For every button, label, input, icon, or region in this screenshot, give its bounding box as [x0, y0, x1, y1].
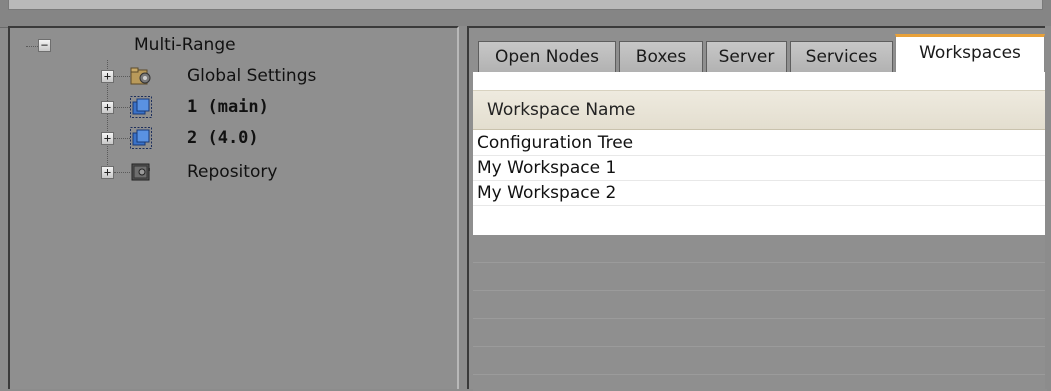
window-stack-icon: [130, 127, 152, 149]
tree-item-range-main[interactable]: + 1 (main): [10, 95, 450, 121]
collapse-toggle[interactable]: −: [38, 39, 51, 52]
tree-connector: [114, 172, 130, 173]
tab-boxes[interactable]: Boxes: [619, 41, 703, 72]
tree-item-label: Multi-Range: [134, 35, 236, 55]
tree-item-label: 1 (main): [187, 97, 269, 117]
pane-splitter[interactable]: [459, 26, 467, 389]
workspaces-table: Workspace Name Configuration Tree My Wor…: [473, 72, 1047, 235]
column-header-workspace-name[interactable]: Workspace Name: [473, 90, 1047, 130]
expand-toggle[interactable]: +: [101, 70, 114, 83]
tree-item-label: 2 (4.0): [187, 128, 259, 148]
tab-services[interactable]: Services: [790, 41, 893, 72]
table-row[interactable]: My Workspace 1: [473, 156, 1047, 181]
tree-item-repository[interactable]: + Repository: [10, 160, 450, 186]
top-toolbar-inner: [8, 0, 1043, 10]
tree-item-multi-range[interactable]: − Multi-Range: [10, 33, 450, 59]
expand-toggle[interactable]: +: [101, 101, 114, 114]
tree-connector: [114, 107, 130, 108]
safe-icon: [131, 163, 150, 181]
expand-toggle[interactable]: +: [101, 166, 114, 179]
window-stack-icon: [130, 96, 152, 118]
tree-pane[interactable]: − Multi-Range + Global Settings + 1 (mai…: [8, 26, 459, 389]
tree-item-label: Repository: [187, 162, 278, 182]
tree-connector: [114, 76, 130, 77]
details-pane: Open Nodes Boxes Server Services Workspa…: [467, 26, 1047, 391]
expand-toggle[interactable]: +: [101, 132, 114, 145]
tab-workspaces[interactable]: Workspaces: [895, 34, 1045, 74]
tab-server[interactable]: Server: [706, 41, 787, 72]
table-row[interactable]: My Workspace 2: [473, 181, 1047, 206]
top-toolbar-strip: [0, 0, 1051, 28]
tab-open-nodes[interactable]: Open Nodes: [478, 41, 616, 72]
gear-folder-icon: [130, 67, 151, 85]
tab-bar: Open Nodes Boxes Server Services Workspa…: [473, 34, 1047, 74]
tree-item-range-4-0[interactable]: + 2 (4.0): [10, 126, 450, 152]
tree-item-label: Global Settings: [187, 66, 317, 86]
tree-connector: [114, 138, 130, 139]
range-tree: − Multi-Range + Global Settings + 1 (mai…: [10, 28, 457, 389]
table-row[interactable]: Configuration Tree: [473, 131, 1047, 156]
window-edge: [1045, 26, 1051, 389]
empty-list-area: [473, 235, 1047, 391]
tree-item-global-settings[interactable]: + Global Settings: [10, 64, 450, 90]
